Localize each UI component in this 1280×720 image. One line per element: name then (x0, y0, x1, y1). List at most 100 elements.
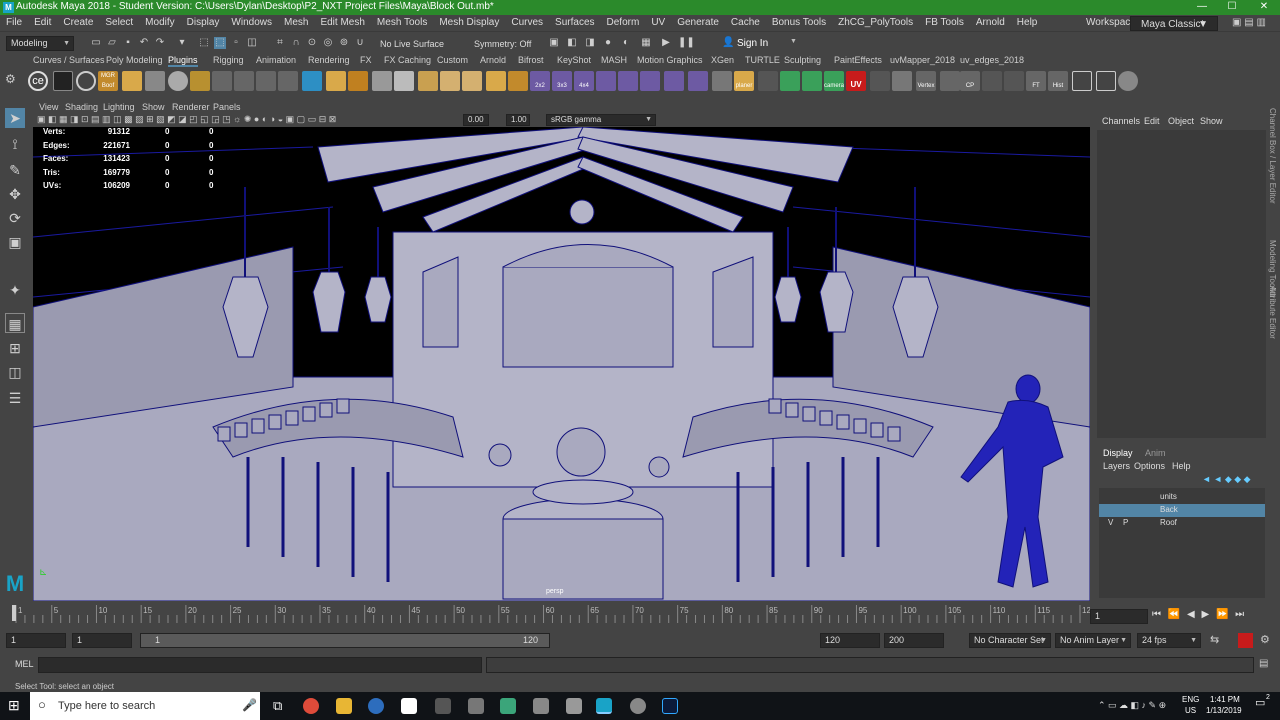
panel-tool-icons[interactable]: ▣ ◧ ▦ ◨ ⊡ ▤ ▥ ◫ ▩ ▨ ⊞ ▧ ◩ ◪ ◰ ◱ ◲ ◳ ☼ ✺ … (37, 114, 336, 125)
shelf-tool-icon[interactable] (212, 71, 232, 91)
shelf-tab-fx-caching[interactable]: FX Caching (384, 55, 431, 65)
menu-arnold[interactable]: Arnold (976, 15, 1011, 31)
shelf-tool-icon[interactable] (1004, 71, 1024, 91)
menu-modify[interactable]: Modify (145, 15, 180, 31)
menu-mesh-tools[interactable]: Mesh Tools (377, 15, 433, 31)
layer-playback[interactable]: P (1123, 518, 1128, 527)
app-icon[interactable] (500, 698, 516, 714)
shelf-tab-uvmapper[interactable]: uvMapper_2018 (890, 55, 955, 65)
single-view-icon[interactable]: ▦ (5, 313, 25, 333)
notification-icon[interactable]: ▭ (1255, 696, 1265, 709)
app-icon[interactable] (533, 698, 549, 714)
rotate-tool-icon[interactable]: ⟳ (5, 208, 25, 228)
chrome-icon[interactable] (303, 698, 319, 714)
shelf-tool-icon[interactable] (302, 71, 322, 91)
menu-fb-tools[interactable]: FB Tools (925, 15, 970, 31)
help-menu[interactable]: Help (1172, 461, 1191, 471)
auto-key-icon[interactable] (1238, 633, 1253, 648)
shelf-tool-icon[interactable] (53, 71, 73, 91)
menu-bonus-tools[interactable]: Bonus Tools (772, 15, 832, 31)
menu-deform[interactable]: Deform (607, 15, 646, 31)
app-icon[interactable] (368, 698, 384, 714)
menu-edit-mesh[interactable]: Edit Mesh (320, 15, 370, 31)
shelf-tab-mash[interactable]: MASH (601, 55, 627, 65)
open-scene-icon[interactable]: ▱ (106, 37, 118, 49)
menu-cache[interactable]: Cache (731, 15, 766, 31)
tab-anim[interactable]: Anim (1145, 448, 1166, 458)
fps-dropdown[interactable]: 24 fps ▼ (1137, 633, 1201, 648)
hypershade-icon[interactable]: ● (602, 37, 614, 49)
shelf-tab-fx[interactable]: FX (360, 55, 372, 65)
layer-tool-icons[interactable]: ◄ ◄ ◆ ◆ ◆ (1202, 474, 1251, 485)
shelf-tool-icon[interactable] (418, 71, 438, 91)
paint-select-icon[interactable]: ✎ (5, 160, 25, 180)
trash-icon[interactable] (394, 71, 414, 91)
gamma-field[interactable]: 1.00 (506, 114, 530, 126)
panel-menu-panels[interactable]: Panels (213, 102, 241, 112)
colorspace-dropdown[interactable]: sRGB gamma ▼ (546, 114, 656, 126)
shelf-tool-icon[interactable] (145, 71, 165, 91)
redo-icon[interactable]: ↷ (154, 37, 166, 49)
shelf-tab-bifrost[interactable]: Bifrost (518, 55, 544, 65)
viewport-persp[interactable]: Verts: 91312 0 0 Edges: 221671 0 0 Faces: 13142… (33, 127, 1090, 601)
app-icon[interactable] (401, 698, 417, 714)
start-range-field[interactable]: 1 (72, 633, 132, 648)
snap-point-icon[interactable]: ⊙ (306, 37, 318, 49)
photoshop-icon[interactable] (662, 698, 678, 714)
microphone-icon[interactable]: 🎤 (242, 698, 257, 712)
menu-select[interactable]: Select (105, 15, 139, 31)
mel-label[interactable]: MEL (15, 659, 34, 669)
shelf-tab-arnold[interactable]: Arnold (480, 55, 506, 65)
symmetry-label[interactable]: Symmetry: Off (474, 39, 531, 49)
shelf-tab-xgen[interactable]: XGen (711, 55, 734, 65)
shelf-tool-icon[interactable] (780, 71, 800, 91)
select-tool-icon[interactable]: ➤ (5, 108, 25, 128)
shelf-tab-custom[interactable]: Custom (437, 55, 468, 65)
pointer-icon[interactable] (892, 71, 912, 91)
object-menu[interactable]: Object (1168, 116, 1194, 126)
shelf-tab-sculpting[interactable]: Sculpting (784, 55, 821, 65)
shelf-tool-icon[interactable] (372, 71, 392, 91)
clock-time[interactable]: 1:41 PM (1210, 695, 1240, 704)
shelf-tool-icon[interactable] (596, 71, 616, 91)
shelf-tool-icon[interactable] (278, 71, 298, 91)
language-label[interactable]: ENG (1182, 695, 1199, 704)
shelf-tab-rigging[interactable]: Rigging (213, 55, 244, 65)
menu-create[interactable]: Create (63, 15, 99, 31)
shelf-tool-icon[interactable] (802, 71, 822, 91)
chevron-down-icon[interactable]: ▼ (790, 38, 797, 45)
tray-icons[interactable]: ⌃ ▭ ☁ ◧ ♪ ✎ ⊕ (1098, 700, 1166, 711)
gear-icon[interactable]: ⚙ (5, 72, 16, 86)
last-tool-icon[interactable]: ✦ (5, 280, 25, 300)
menu-windows[interactable]: Windows (231, 15, 278, 31)
anim-layer-dropdown[interactable]: No Anim Layer ▼ (1055, 633, 1131, 648)
shelf-tool-icon[interactable] (508, 71, 528, 91)
app-icon[interactable] (566, 698, 582, 714)
shelf-tab-turtle[interactable]: TURTLE (745, 55, 780, 65)
maya-taskbar-icon[interactable] (596, 698, 612, 714)
play-icon[interactable]: ▶ (660, 37, 672, 49)
layer-row[interactable]: V P Roof (1099, 517, 1265, 530)
shelf-tool-icon[interactable] (234, 71, 254, 91)
layer-row-selected[interactable]: Back (1099, 504, 1265, 517)
shelf-tool-icon[interactable] (122, 71, 142, 91)
menu-generate[interactable]: Generate (677, 15, 725, 31)
delete-history-icon[interactable] (76, 71, 96, 91)
render-view-icon[interactable]: ◐ (620, 37, 632, 49)
hist-icon[interactable]: Hist (1048, 71, 1068, 91)
ce-icon[interactable]: ce (28, 71, 48, 91)
select-edge-icon[interactable]: ◫ (246, 37, 258, 49)
lasso-tool-icon[interactable]: ⟟ (5, 134, 25, 154)
snap-grid-icon[interactable]: ⌗ (274, 37, 286, 49)
menu-help[interactable]: Help (1017, 15, 1044, 31)
menu-mesh[interactable]: Mesh (284, 15, 314, 31)
scale-tool-icon[interactable]: ▣ (5, 232, 25, 252)
select-by-object-icon[interactable]: ⬚ (198, 37, 210, 49)
menu-file[interactable]: File (6, 15, 28, 31)
side-tab-channel-box[interactable]: Channel Box / Layer Editor (1268, 108, 1277, 204)
range-bar[interactable]: 1 120 (140, 633, 550, 648)
shelf-tool-icon[interactable] (1118, 71, 1138, 91)
panel-menu-renderer[interactable]: Renderer (172, 102, 210, 112)
menu-zhcg-polytools[interactable]: ZhCG_PolyTools (838, 15, 919, 31)
panel-menu-view[interactable]: View (39, 102, 58, 112)
